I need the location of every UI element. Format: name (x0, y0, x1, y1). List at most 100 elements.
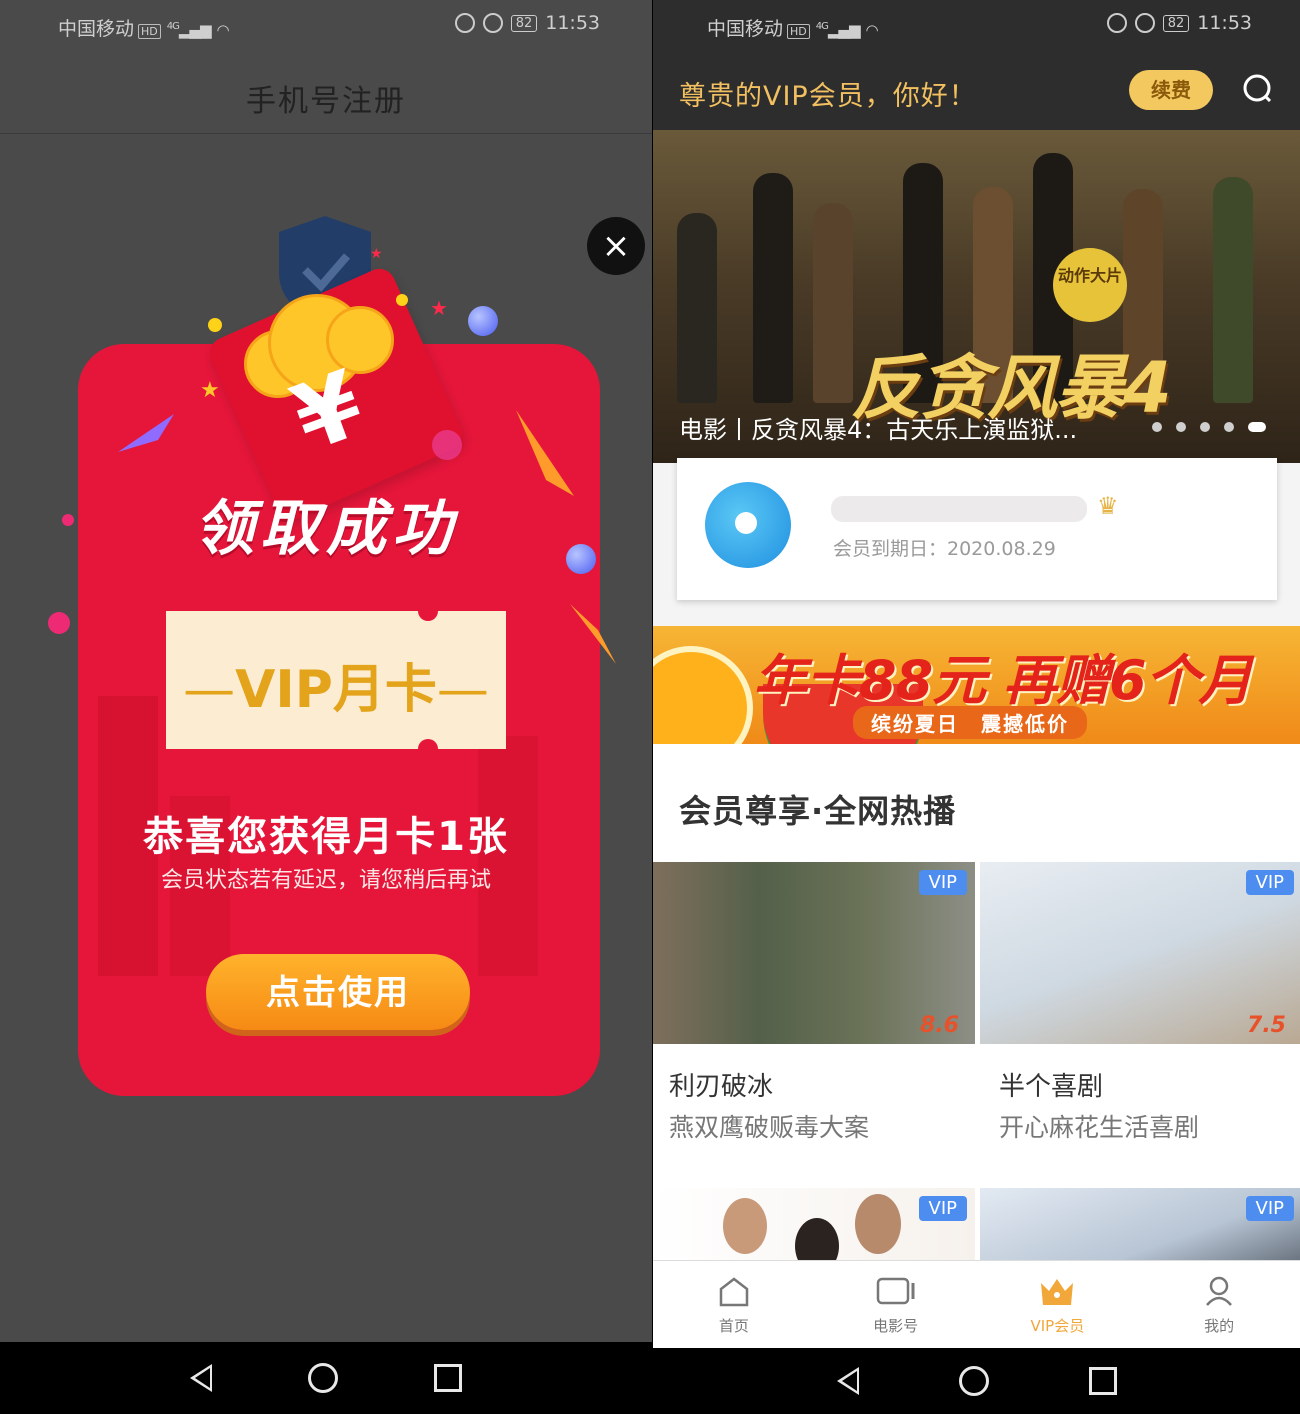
poster-figure (855, 1194, 901, 1254)
confetti-dot (48, 612, 70, 634)
hd-icon: HD (787, 24, 810, 39)
promo-headline: 年卡88元 再赠6个月 (753, 649, 1253, 712)
home-button-icon[interactable] (308, 1363, 338, 1393)
poster-figure (753, 173, 793, 403)
signal-icon: 4G▂▄▆ (166, 21, 212, 39)
system-nav-bar (653, 1348, 1300, 1414)
wifi-icon: ◠ (216, 21, 230, 39)
member-card[interactable]: ♛ 会员到期日：2020.08.29 (677, 458, 1277, 600)
home-icon (719, 1277, 749, 1307)
tab-home[interactable]: 首页 (653, 1261, 815, 1349)
pager-dot[interactable] (1176, 422, 1186, 432)
movie-score: 8.6 (920, 1013, 959, 1038)
poster-figure (677, 213, 717, 403)
vip-badge: VIP (1245, 1196, 1294, 1221)
confetti-triangle (570, 604, 616, 664)
close-icon[interactable]: × (587, 217, 645, 275)
movie-score: 7.5 (1247, 1013, 1286, 1038)
tab-profile[interactable]: 我的 (1138, 1261, 1300, 1349)
use-now-button[interactable]: 点击使用 (206, 954, 470, 1030)
vip-badge: VIP (918, 1196, 967, 1221)
movie-subtitle: 开心麻花生活喜剧 (999, 1113, 1200, 1142)
data-saver-icon (454, 13, 475, 33)
data-saver-icon (1106, 13, 1127, 33)
status-right: 82 11:53 (1106, 12, 1252, 34)
poster-figure (1213, 177, 1253, 403)
vip-ticket: —VIP月卡— (166, 601, 506, 759)
movie-poster[interactable]: VIP 8.6 (653, 862, 975, 1044)
ticket-label: VIP月卡 (235, 660, 437, 720)
recent-apps-icon[interactable] (434, 1364, 462, 1392)
movie-title[interactable]: 利刃破冰 (669, 1066, 773, 1103)
page-title: 手机号注册 (246, 84, 406, 119)
confetti-dot (208, 318, 222, 332)
vip-greeting: 尊贵的VIP会员，你好！ (679, 81, 977, 112)
tab-movie-channel[interactable]: 电影号 (815, 1261, 977, 1349)
ticket-dash: — (436, 660, 489, 720)
clock: 11:53 (545, 12, 600, 34)
renew-button[interactable]: 续费 (1129, 70, 1213, 110)
poster-figure (813, 203, 853, 403)
star-icon: ★ (370, 246, 383, 262)
promo-tagline: 缤纷夏日 震撼低价 (853, 706, 1087, 739)
recent-apps-icon[interactable] (1088, 1367, 1117, 1395)
promo-banner[interactable]: 年卡88元 再赠6个月 缤纷夏日 震撼低价 (653, 626, 1300, 744)
alarm-icon (482, 13, 503, 33)
right-screen: 中国移动 HD 4G▂▄▆ ◠ 82 11:53 尊贵的VIP会员，你好！ 续费 动作… (653, 0, 1300, 1414)
confetti-dot (396, 294, 408, 306)
status-bar: 中国移动 HD 4G▂▄▆ ◠ 82 11:53 (653, 0, 1300, 50)
star-icon: ★ (200, 378, 220, 403)
vip-badge: VIP (1245, 870, 1294, 895)
carrier-text: 中国移动 (707, 18, 784, 40)
status-bar: 中国移动 HD 4G▂▄▆ ◠ 82 11:53 (0, 0, 652, 50)
poster-figure (723, 1198, 767, 1254)
tab-label: VIP会员 (1030, 1317, 1085, 1335)
avatar[interactable] (705, 482, 791, 568)
video-icon (876, 1277, 915, 1305)
vip-badge: VIP (918, 870, 967, 895)
movie-title[interactable]: 半个喜剧 (999, 1066, 1103, 1103)
ticket-notch (418, 739, 438, 759)
congrats-text: 恭喜您获得月卡1张 (143, 814, 509, 860)
hd-icon: HD (138, 24, 161, 39)
carrier-text: 中国移动 (58, 18, 135, 40)
pager-dot[interactable] (1152, 422, 1162, 432)
confetti-bubble (432, 430, 462, 460)
battery-icon: 82 (1162, 14, 1190, 32)
network-type: 4G (815, 21, 829, 32)
back-icon[interactable] (190, 1364, 212, 1392)
search-icon[interactable] (1243, 74, 1271, 102)
tab-label: 电影号 (873, 1317, 919, 1335)
left-screen: 中国移动 HD 4G▂▄▆ ◠ 82 11:53 手机号注册 ¥ ★ ★ ★ 领取成功 (0, 0, 652, 1414)
system-nav-bar (0, 1342, 652, 1414)
delay-note: 会员状态若有延迟，请您稍后再试 (160, 868, 491, 893)
movie-poster[interactable]: VIP 7.5 (980, 862, 1300, 1044)
pager-dot[interactable] (1224, 422, 1234, 432)
profile-icon (1206, 1276, 1233, 1306)
tab-label: 我的 (1204, 1317, 1235, 1335)
pager-dot-active[interactable] (1248, 422, 1266, 432)
ticket-notch (418, 601, 438, 621)
tab-vip[interactable]: VIP会员 (977, 1261, 1139, 1349)
success-heading: 领取成功 (194, 494, 458, 564)
home-button-icon[interactable] (958, 1366, 989, 1396)
back-icon[interactable] (836, 1367, 859, 1395)
section-title: 会员尊享·全网热播 (679, 792, 957, 830)
network-type: 4G (166, 21, 180, 32)
battery-icon: 82 (510, 14, 538, 32)
blurred-username (831, 496, 1087, 522)
carrier-label: 中国移动 HD 4G▂▄▆ ◠ (707, 14, 879, 41)
featured-banner[interactable]: 动作大片 反贪风暴4 电影丨反贪风暴4：古天乐上演监狱... (653, 130, 1300, 463)
banner-caption: 电影丨反贪风暴4：古天乐上演监狱... (679, 416, 1078, 444)
orange-icon (653, 646, 753, 744)
alarm-icon (1134, 13, 1155, 33)
pager-dot[interactable] (1200, 422, 1210, 432)
hot-section: 会员尊享·全网热播 VIP 8.6 VIP 7.5 利刃破冰 燕双鹰破贩毒大案 … (653, 744, 1300, 1274)
banner-pager (1152, 422, 1266, 432)
confetti-triangle (118, 414, 174, 452)
ticket-dash: — (183, 660, 236, 720)
header-divider (0, 133, 652, 134)
clock: 11:53 (1197, 12, 1252, 34)
crown-icon (1041, 1279, 1074, 1305)
wifi-icon: ◠ (865, 21, 879, 39)
